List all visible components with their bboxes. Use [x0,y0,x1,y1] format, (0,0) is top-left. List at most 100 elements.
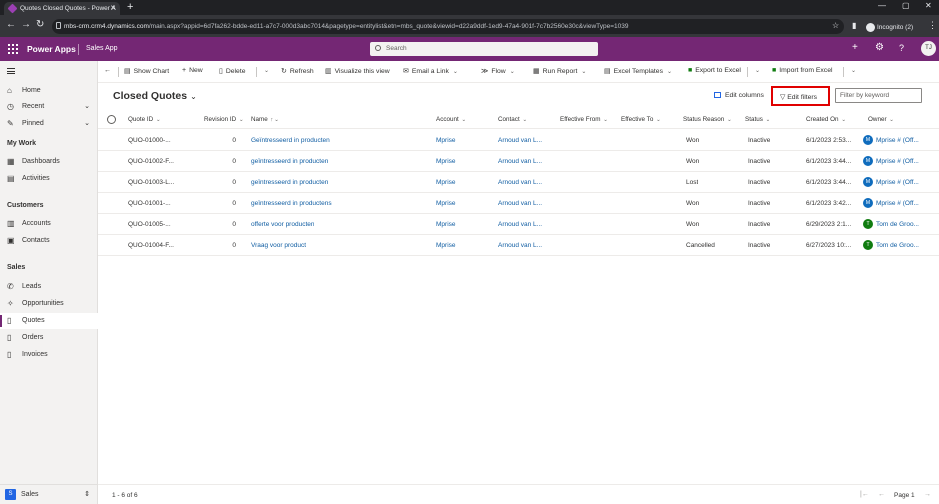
export-excel-dropdown[interactable]: ⌄ [751,67,760,74]
hamburger-menu-icon[interactable] [7,68,15,74]
cell-owner[interactable]: Tom de Groo... [876,221,919,228]
new-tab-icon[interactable]: + [127,1,133,13]
visualize-view-button[interactable]: ▥ Visualize this view [325,67,390,75]
new-button[interactable]: + New [182,67,203,74]
first-page-icon[interactable]: |← [860,491,869,498]
column-header-contact[interactable]: Contact ⌄ [498,116,527,123]
add-icon[interactable]: + [852,42,858,53]
settings-gear-icon[interactable]: ⚙ [875,42,884,53]
edit-columns-button[interactable]: Edit columns [714,92,764,99]
table-row[interactable]: QUO-01000-... 0 Geïntresseerd in producten… [98,130,939,151]
column-header-effective-to[interactable]: Effective To ⌄ [621,116,661,123]
help-icon[interactable]: ? [899,43,904,53]
previous-page-icon[interactable]: ← [878,491,885,498]
sidebar-item-opportunities[interactable]: ✧ Opportunities [0,296,98,312]
column-header-created-on[interactable]: Created On ⌄ [806,116,846,123]
filter-keyword-input[interactable]: Filter by keyword [835,88,922,103]
cell-account[interactable]: Mprise [436,200,456,207]
cell-contact[interactable]: Arnoud van L... [498,137,542,144]
cell-name[interactable]: geïntresseerd in producten [251,179,328,186]
next-page-icon[interactable]: → [924,491,931,498]
cell-account[interactable]: Mprise [436,137,456,144]
reload-icon[interactable]: ↻ [36,20,44,30]
back-arrow-icon[interactable]: ← [6,20,16,30]
cell-owner[interactable]: Mprise # (Off... [876,158,919,165]
table-row[interactable]: QUO-01005-... 0 offerte voor producten Mpri… [98,214,939,235]
cell-contact[interactable]: Arnoud van L... [498,242,542,249]
forward-arrow-icon[interactable]: → [21,20,31,30]
app-launcher-icon[interactable] [8,44,18,54]
back-button[interactable]: ← [104,67,114,74]
sidebar-item-leads[interactable]: ✆ Leads [0,279,98,295]
cell-account[interactable]: Mprise [436,158,456,165]
column-header-owner[interactable]: Owner ⌄ [868,116,894,123]
cell-contact[interactable]: Arnoud van L... [498,179,542,186]
global-search-input[interactable]: Search [370,42,598,56]
cell-account[interactable]: Mprise [436,242,456,249]
import-excel-dropdown[interactable]: ⌄ [847,67,856,74]
sidebar-item-recent[interactable]: ◷ Recent ⌄ [0,99,98,115]
cell-account[interactable]: Mprise [436,221,456,228]
side-panel-icon[interactable]: ▮ [852,21,856,31]
cell-owner[interactable]: Tom de Groo... [876,242,919,249]
column-header-effective-from[interactable]: Effective From ⌄ [560,116,608,123]
column-header-quote-id[interactable]: Quote ID ⌄ [128,116,161,123]
sidebar-item-accounts[interactable]: ▥ Accounts [0,216,98,232]
sidebar-item-pinned[interactable]: ✎ Pinned ⌄ [0,116,98,132]
bookmark-star-icon[interactable]: ☆ [832,21,839,31]
export-excel-button[interactable]: ■ Export to Excel [688,67,741,74]
cell-account[interactable]: Mprise [436,179,456,186]
maximize-icon[interactable]: ▢ [902,1,910,10]
table-row[interactable]: QUO-01001-... 0 geïntresseerd in producten… [98,193,939,214]
column-header-account[interactable]: Account ⌄ [436,116,466,123]
cell-name[interactable]: Geïntresseerd in producten [251,137,330,144]
minimize-icon[interactable]: — [878,1,886,10]
cell-name[interactable]: Vraag voor product [251,242,306,249]
browser-tab[interactable]: Quotes Closed Quotes - Power A ✕ [4,2,120,15]
table-row[interactable]: QUO-01004-F... 0 Vraag voor product Mprise A… [98,235,939,256]
cell-owner[interactable]: Mprise # (Off... [876,137,919,144]
excel-templates-button[interactable]: ▤ Excel Templates ⌄ [604,67,672,75]
app-title[interactable]: Power Apps [27,44,76,54]
window-close-icon[interactable]: ✕ [925,1,932,10]
sidebar-item-invoices[interactable]: ▯ Invoices [0,347,98,363]
show-chart-button[interactable]: ▤ Show Chart [124,67,169,75]
column-header-status-reason[interactable]: Status Reason ⌄ [683,116,732,123]
column-header-name[interactable]: Name ↑⌄ [251,116,279,123]
delete-dropdown[interactable]: ⌄ [260,67,269,74]
column-header-status[interactable]: Status ⌄ [745,116,770,123]
delete-button[interactable]: ▯ Delete [219,67,246,75]
cell-contact[interactable]: Arnoud van L... [498,158,542,165]
sidebar-item-contacts[interactable]: ▣ Contacts [0,233,98,249]
table-row[interactable]: QUO-01002-F... 0 geïntresseerd in producte… [98,151,939,172]
table-row[interactable]: QUO-01003-L... 0 geïntresseerd in producte… [98,172,939,193]
email-link-button[interactable]: ✉ Email a Link ⌄ [403,67,458,75]
close-tab-icon[interactable]: ✕ [110,4,116,12]
area-switcher[interactable]: S Sales ⇕ [0,484,98,504]
user-avatar[interactable]: TJ [921,41,936,56]
sidebar-item-home[interactable]: ⌂ Home [0,83,98,99]
sidebar-item-activities[interactable]: ▤ Activities [0,171,98,187]
refresh-button[interactable]: ↻ Refresh [281,67,314,75]
column-header-revision-id[interactable]: Revision ID ⌄ [204,116,244,123]
cell-contact[interactable]: Arnoud van L... [498,200,542,207]
import-excel-button[interactable]: ■ Import from Excel [772,67,833,74]
url-field[interactable]: mbs-crm.crm4.dynamics.com/main.aspx?appi… [52,19,844,34]
sidebar-item-dashboards[interactable]: ▦ Dashboards [0,154,98,170]
cell-owner[interactable]: Mprise # (Off... [876,200,919,207]
view-selector[interactable]: Closed Quotes ⌄ [113,90,197,102]
cell-owner[interactable]: Mprise # (Off... [876,179,919,186]
app-name[interactable]: Sales App [86,45,118,52]
browser-menu-icon[interactable]: ⋮ [928,20,937,30]
sidebar-item-orders[interactable]: ▯ Orders [0,330,98,346]
incognito-indicator[interactable]: Incognito (2) [866,19,913,32]
cell-name[interactable]: geïntresseerd in producten [251,158,328,165]
cell-name[interactable]: offerte voor producten [251,221,314,228]
run-report-button[interactable]: ▦ Run Report ⌄ [533,67,586,75]
sidebar-item-quotes[interactable]: ▯ Quotes [0,313,98,329]
edit-filters-button[interactable]: ▽ Edit filters [771,86,830,106]
flow-button[interactable]: ≫ Flow ⌄ [481,67,515,75]
cell-contact[interactable]: Arnoud van L... [498,221,542,228]
select-all-radio[interactable] [107,115,116,124]
cell-name[interactable]: geïntresseerd in productens [251,200,332,207]
